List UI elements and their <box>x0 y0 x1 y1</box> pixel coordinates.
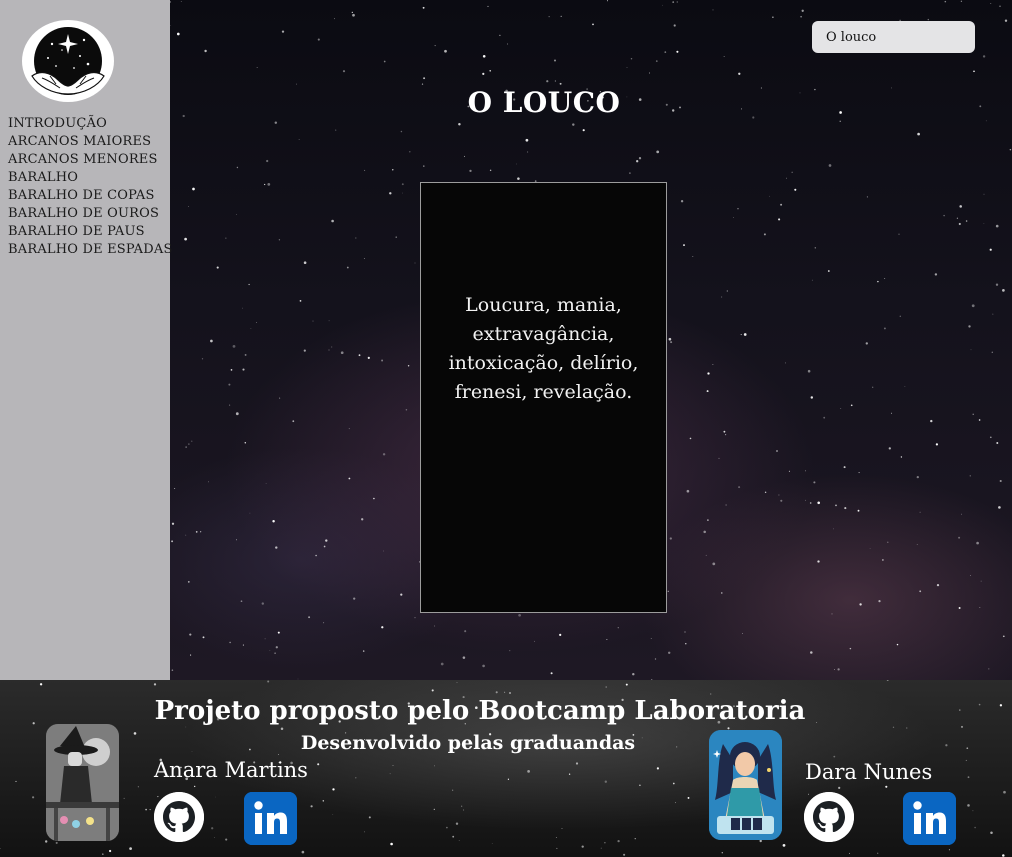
tarot-card: Loucura, mania, extravagância, intoxicaç… <box>420 182 667 613</box>
linkedin-icon[interactable] <box>903 792 956 845</box>
github-icon[interactable] <box>804 792 854 842</box>
sidebar-item-baralho-de-paus[interactable]: BARALHO DE PAUS <box>8 223 173 241</box>
tarot-reader-illustration-avatar <box>709 730 782 840</box>
sidebar-item-baralho[interactable]: BARALHO <box>8 169 173 187</box>
sidebar-item-baralho-de-espadas[interactable]: BARALHO DE ESPADAS <box>8 241 173 259</box>
sidebar-item-baralho-de-ouros[interactable]: BARALHO DE OUROS <box>8 205 173 223</box>
search-input[interactable] <box>812 21 975 53</box>
author-name-anara: Anara Martins <box>154 758 308 782</box>
hands-night-sky-logo-icon[interactable] <box>22 20 114 102</box>
github-icon[interactable] <box>154 792 204 842</box>
witch-illustration-avatar <box>46 724 119 841</box>
footer: Projeto proposto pelo Bootcamp Laborator… <box>0 680 1012 857</box>
sidebar-nav: INTRODUÇÃO ARCANOS MAIORES ARCANOS MENOR… <box>8 115 173 259</box>
sidebar-item-arcanos-menores[interactable]: ARCANOS MENORES <box>8 151 173 169</box>
sidebar-item-arcanos-maiores[interactable]: ARCANOS MAIORES <box>8 133 173 151</box>
card-meaning-text: Loucura, mania, extravagância, intoxicaç… <box>448 294 639 403</box>
page-title: O LOUCO <box>467 86 621 119</box>
sidebar-item-introducao[interactable]: INTRODUÇÃO <box>8 115 173 133</box>
footer-subtitle: Desenvolvido pelas graduandas <box>300 732 636 754</box>
sidebar: INTRODUÇÃO ARCANOS MAIORES ARCANOS MENOR… <box>0 0 173 680</box>
sidebar-item-baralho-de-copas[interactable]: BARALHO DE COPAS <box>8 187 173 205</box>
footer-title: Projeto proposto pelo Bootcamp Laborator… <box>154 696 806 726</box>
linkedin-icon[interactable] <box>244 792 297 845</box>
author-name-dara: Dara Nunes <box>805 760 933 784</box>
